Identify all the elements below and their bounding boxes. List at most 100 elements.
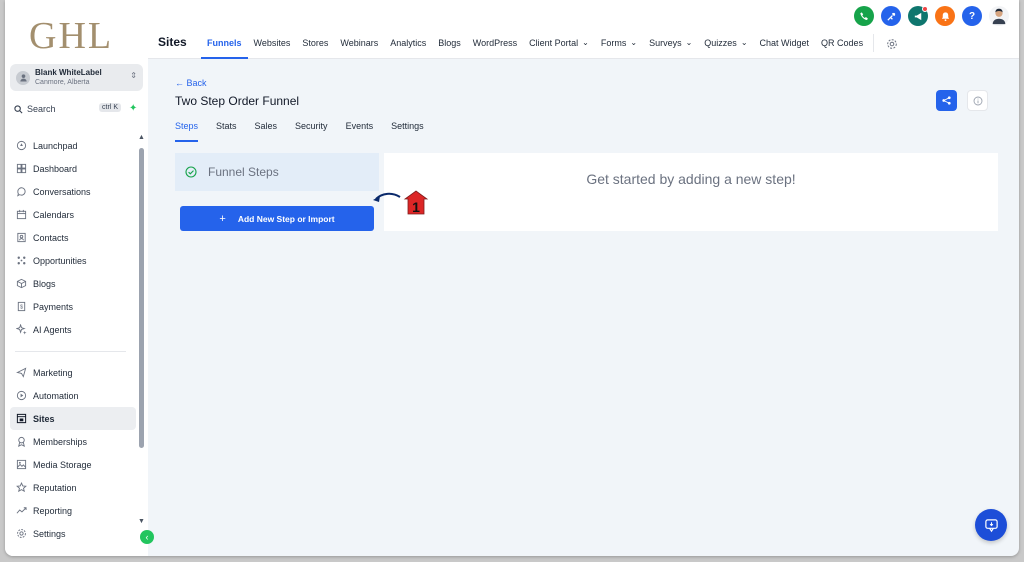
back-link[interactable]: ← Back xyxy=(175,78,207,88)
app-window: GHL Blank WhiteLabel Canmore, Alberta ⇕ … xyxy=(5,0,1019,556)
section-title: Sites xyxy=(158,35,187,49)
sidebar-scrollbar[interactable] xyxy=(139,148,144,448)
funnel-tab-settings[interactable]: Settings xyxy=(391,118,424,142)
sidebar-item-opportunities[interactable]: Opportunities xyxy=(10,249,136,272)
gear-icon xyxy=(887,39,897,49)
payments-icon: $ xyxy=(17,301,26,312)
notification-dot xyxy=(922,6,928,12)
tab-webinars[interactable]: Webinars xyxy=(334,32,384,59)
sidebar-item-label: Memberships xyxy=(33,436,88,447)
sidebar-item-label: Calendars xyxy=(33,209,75,220)
search-shortcut-badge: ctrl K xyxy=(99,103,121,112)
funnel-tab-stats[interactable]: Stats xyxy=(216,118,237,142)
chat-bubble-icon xyxy=(984,518,998,532)
search-placeholder: Search xyxy=(27,104,56,114)
funnel-tabs: Steps Stats Sales Security Events Settings xyxy=(175,118,442,142)
sites-settings-button[interactable] xyxy=(880,32,904,59)
tab-forms[interactable]: Forms ⌄ xyxy=(595,32,643,59)
tab-analytics[interactable]: Analytics xyxy=(384,32,432,59)
account-avatar-icon xyxy=(16,70,30,85)
sidebar-item-blogs[interactable]: Blogs xyxy=(10,272,136,295)
sidebar-item-label: Automation xyxy=(33,390,79,401)
info-button[interactable] xyxy=(967,90,988,111)
funnel-tab-steps[interactable]: Steps xyxy=(175,118,199,142)
help-button[interactable]: ? xyxy=(962,6,982,26)
account-switcher[interactable]: Blank WhiteLabel Canmore, Alberta ⇕ xyxy=(10,64,143,91)
share-icon xyxy=(942,96,951,105)
search-bar[interactable]: Search ctrl K xyxy=(10,100,123,118)
tab-quizzes[interactable]: Quizzes ⌄ xyxy=(698,32,753,59)
tools-icon xyxy=(886,12,895,21)
tab-label: QR Codes xyxy=(821,38,864,48)
sidebar-item-label: Dashboard xyxy=(33,163,78,174)
user-avatar-icon xyxy=(992,8,1006,25)
phone-button[interactable] xyxy=(854,6,874,26)
sidebar-item-ai-agents[interactable]: AI Agents xyxy=(10,318,136,341)
user-avatar[interactable] xyxy=(989,6,1009,26)
sidebar-item-automation[interactable]: Automation xyxy=(10,384,136,407)
gear-icon xyxy=(17,529,26,538)
contacts-icon xyxy=(17,232,26,243)
funnel-tab-security[interactable]: Security xyxy=(295,118,328,142)
tab-label: Funnels xyxy=(207,38,242,48)
sidebar-item-conversations[interactable]: Conversations xyxy=(10,180,136,203)
tab-chat-widget[interactable]: Chat Widget xyxy=(754,32,816,59)
funnel-tab-sales[interactable]: Sales xyxy=(255,118,278,142)
tab-wordpress[interactable]: WordPress xyxy=(467,32,523,59)
sidebar-item-label: Settings xyxy=(33,528,66,539)
tab-client-portal[interactable]: Client Portal ⌄ xyxy=(523,32,595,59)
sidebar-item-memberships[interactable]: Memberships xyxy=(10,430,136,453)
sidebar-item-label: AI Agents xyxy=(33,324,72,335)
tab-qr-codes[interactable]: QR Codes xyxy=(815,32,869,59)
help-icon: ? xyxy=(968,10,976,22)
tab-funnels[interactable]: Funnels xyxy=(201,32,248,59)
sidebar: GHL Blank WhiteLabel Canmore, Alberta ⇕ … xyxy=(5,0,154,556)
sidebar-item-dashboard[interactable]: Dashboard xyxy=(10,157,136,180)
brand-logo[interactable]: GHL xyxy=(29,14,113,58)
scroll-up-arrow-icon[interactable]: ▲ xyxy=(138,134,145,141)
sidebar-item-label: Launchpad xyxy=(33,140,78,151)
sidebar-item-sites[interactable]: Sites xyxy=(10,407,136,430)
check-circle-icon xyxy=(185,166,197,178)
scroll-down-arrow-icon[interactable]: ▼ xyxy=(138,518,145,525)
sidebar-item-label: Opportunities xyxy=(33,255,87,266)
sidebar-item-calendars[interactable]: Calendars xyxy=(10,203,136,226)
notifications-button[interactable] xyxy=(935,6,955,26)
tab-surveys[interactable]: Surveys ⌄ xyxy=(643,32,698,59)
sidebar-item-label: Blogs xyxy=(33,278,56,289)
add-new-step-button[interactable]: + Add New Step or Import xyxy=(180,206,374,231)
sidebar-divider xyxy=(15,351,126,352)
sidebar-item-label: Reputation xyxy=(33,482,77,493)
svg-text:$: $ xyxy=(20,305,23,311)
support-chat-button[interactable] xyxy=(975,509,1007,541)
chevron-down-icon: ⌄ xyxy=(582,38,589,47)
sidebar-item-label: Sites xyxy=(33,413,55,424)
sidebar-item-reporting[interactable]: Reporting xyxy=(10,499,136,522)
automation-icon xyxy=(16,390,27,401)
add-new-step-label: Add New Step or Import xyxy=(237,213,335,224)
sidebar-item-media-storage[interactable]: Media Storage xyxy=(10,453,136,476)
sidebar-item-settings[interactable]: Settings xyxy=(10,522,136,545)
sidebar-item-marketing[interactable]: Marketing xyxy=(10,361,136,384)
tab-blogs[interactable]: Blogs xyxy=(432,32,467,59)
sidebar-item-launchpad[interactable]: Launchpad xyxy=(10,134,136,157)
star-icon xyxy=(16,482,27,493)
tab-stores[interactable]: Stores xyxy=(296,32,334,59)
send-icon xyxy=(16,367,27,378)
account-location: Canmore, Alberta xyxy=(35,78,90,86)
memberships-icon xyxy=(18,436,25,447)
ai-sparkle-icon[interactable]: ✦ xyxy=(129,103,137,114)
share-button[interactable] xyxy=(936,90,957,111)
announcements-button[interactable] xyxy=(908,6,928,26)
funnel-tab-events[interactable]: Events xyxy=(346,118,374,142)
sidebar-item-payments[interactable]: $ Payments xyxy=(10,295,136,318)
tools-button[interactable] xyxy=(881,6,901,26)
sidebar-item-contacts[interactable]: Contacts xyxy=(10,226,136,249)
sidebar-item-reputation[interactable]: Reputation xyxy=(10,476,136,499)
main-content: ← Back Two Step Order Funnel Steps Stats S… xyxy=(148,60,1019,556)
top-bar: ? Sites Funnels Websites Stores Webinars Ana… xyxy=(148,0,1019,59)
tab-websites[interactable]: Websites xyxy=(248,32,297,59)
tab-label: Analytics xyxy=(390,38,427,48)
sidebar-nav-secondary: Marketing Automation Sites Memberships Media… xyxy=(10,361,136,545)
tab-label: Chat Widget xyxy=(759,38,810,48)
